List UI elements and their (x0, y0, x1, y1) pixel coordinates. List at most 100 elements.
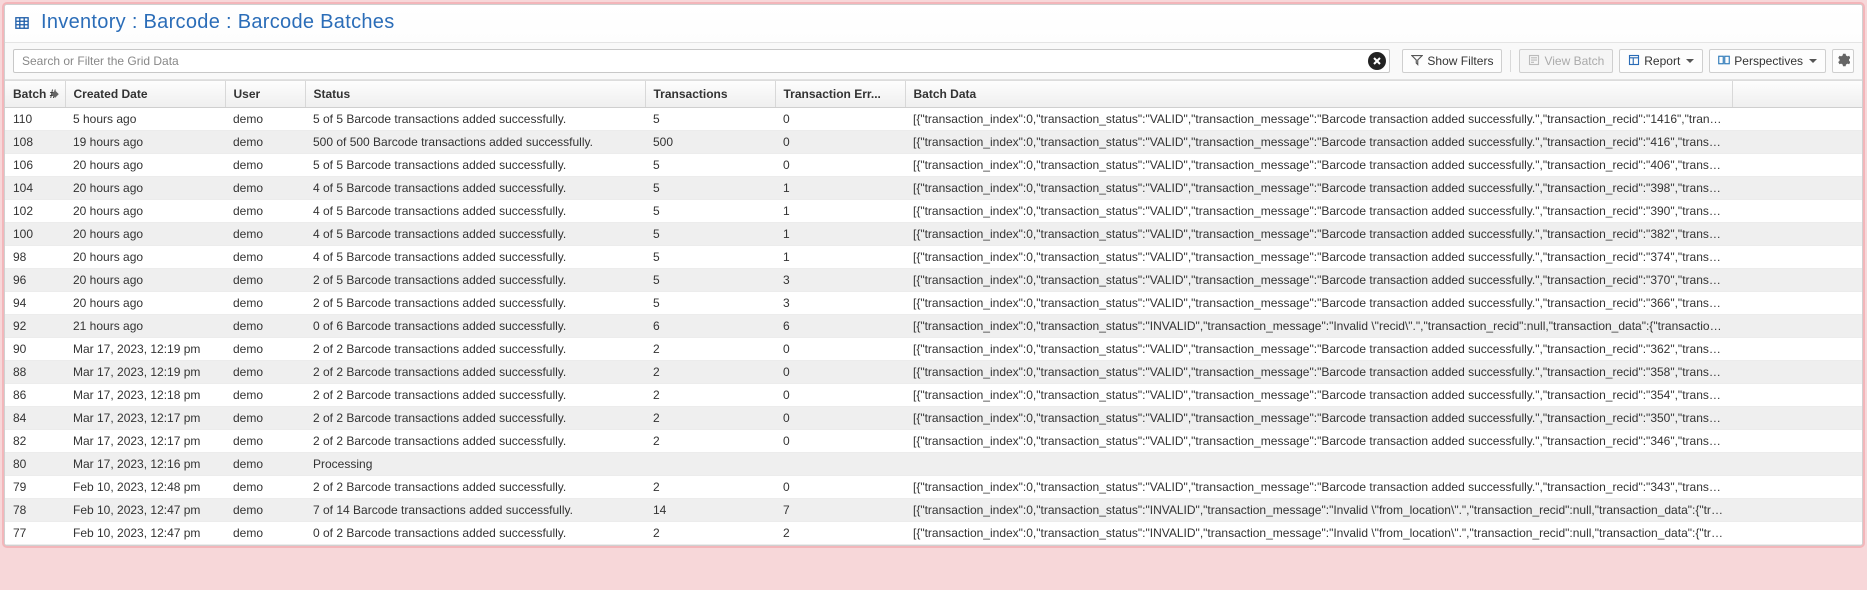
cell-transactions: 5 (645, 108, 775, 131)
cell-spacer (1732, 407, 1862, 430)
cell-transactions: 5 (645, 223, 775, 246)
table-row[interactable]: 79Feb 10, 2023, 12:48 pmdemo2 of 2 Barco… (5, 476, 1862, 499)
cell-status: 2 of 2 Barcode transactions added succes… (305, 338, 645, 361)
cell-spacer (1732, 246, 1862, 269)
cell-status: 7 of 14 Barcode transactions added succe… (305, 499, 645, 522)
table-row[interactable]: 10620 hours agodemo5 of 5 Barcode transa… (5, 154, 1862, 177)
cell-batch_data: [{"transaction_index":0,"transaction_sta… (905, 384, 1732, 407)
cell-status: 2 of 2 Barcode transactions added succes… (305, 361, 645, 384)
report-button[interactable]: Report (1619, 49, 1703, 73)
report-label: Report (1644, 54, 1680, 68)
cell-batch_data: [{"transaction_index":0,"transaction_sta… (905, 154, 1732, 177)
cell-user: demo (225, 407, 305, 430)
cell-user: demo (225, 384, 305, 407)
cell-created: Mar 17, 2023, 12:17 pm (65, 430, 225, 453)
table-row[interactable]: 10220 hours agodemo4 of 5 Barcode transa… (5, 200, 1862, 223)
cell-transactions: 2 (645, 430, 775, 453)
cell-spacer (1732, 522, 1862, 545)
cell-user: demo (225, 338, 305, 361)
col-status[interactable]: Status (305, 81, 645, 108)
cell-user: demo (225, 177, 305, 200)
cell-spacer (1732, 338, 1862, 361)
show-filters-button[interactable]: Show Filters (1402, 49, 1502, 73)
col-batch[interactable]: Batch # ◆ (5, 81, 65, 108)
cell-batch: 86 (5, 384, 65, 407)
table-row[interactable]: 1105 hours agodemo5 of 5 Barcode transac… (5, 108, 1862, 131)
table-row[interactable]: 88Mar 17, 2023, 12:19 pmdemo2 of 2 Barco… (5, 361, 1862, 384)
table-row[interactable]: 9620 hours agodemo2 of 5 Barcode transac… (5, 269, 1862, 292)
table-row[interactable]: 10020 hours agodemo4 of 5 Barcode transa… (5, 223, 1862, 246)
cell-transactions: 500 (645, 131, 775, 154)
cell-batch: 106 (5, 154, 65, 177)
barcode-batches-grid: Batch # ◆ Created Date User Status Trans… (5, 81, 1862, 545)
cell-errors: 1 (775, 223, 905, 246)
cell-status: 0 of 2 Barcode transactions added succes… (305, 522, 645, 545)
cell-spacer (1732, 200, 1862, 223)
search-input[interactable] (13, 49, 1390, 73)
col-batch-data[interactable]: Batch Data (905, 81, 1732, 108)
cell-errors: 1 (775, 200, 905, 223)
cell-created: Feb 10, 2023, 12:47 pm (65, 499, 225, 522)
cell-created: Mar 17, 2023, 12:18 pm (65, 384, 225, 407)
table-row[interactable]: 84Mar 17, 2023, 12:17 pmdemo2 of 2 Barco… (5, 407, 1862, 430)
col-spacer (1732, 81, 1862, 108)
cell-spacer (1732, 476, 1862, 499)
cell-batch_data: [{"transaction_index":0,"transaction_sta… (905, 177, 1732, 200)
cell-user: demo (225, 246, 305, 269)
table-row[interactable]: 82Mar 17, 2023, 12:17 pmdemo2 of 2 Barco… (5, 430, 1862, 453)
cell-batch: 104 (5, 177, 65, 200)
cell-created: Feb 10, 2023, 12:47 pm (65, 522, 225, 545)
perspectives-button[interactable]: Perspectives (1709, 49, 1826, 73)
funnel-icon (1411, 54, 1423, 69)
cell-errors: 6 (775, 315, 905, 338)
cell-status: 4 of 5 Barcode transactions added succes… (305, 200, 645, 223)
col-created[interactable]: Created Date (65, 81, 225, 108)
table-row[interactable]: 9820 hours agodemo4 of 5 Barcode transac… (5, 246, 1862, 269)
col-transactions[interactable]: Transactions (645, 81, 775, 108)
cell-status: 500 of 500 Barcode transactions added su… (305, 131, 645, 154)
cell-batch_data: [{"transaction_index":0,"transaction_sta… (905, 361, 1732, 384)
cell-transactions: 2 (645, 522, 775, 545)
col-errors[interactable]: Transaction Err... (775, 81, 905, 108)
grid-wrap: Batch # ◆ Created Date User Status Trans… (5, 80, 1862, 545)
cell-created: 5 hours ago (65, 108, 225, 131)
view-batch-button[interactable]: View Batch (1519, 49, 1613, 73)
search-wrap (13, 49, 1390, 73)
cell-transactions: 5 (645, 292, 775, 315)
table-row[interactable]: 9420 hours agodemo2 of 5 Barcode transac… (5, 292, 1862, 315)
cell-user: demo (225, 430, 305, 453)
cell-batch: 82 (5, 430, 65, 453)
cell-batch_data: [{"transaction_index":0,"transaction_sta… (905, 430, 1732, 453)
cell-batch: 88 (5, 361, 65, 384)
table-row[interactable]: 78Feb 10, 2023, 12:47 pmdemo7 of 14 Barc… (5, 499, 1862, 522)
cell-user: demo (225, 292, 305, 315)
cell-status: 4 of 5 Barcode transactions added succes… (305, 177, 645, 200)
cell-errors (775, 453, 905, 476)
report-icon (1628, 54, 1640, 69)
cell-created: Mar 17, 2023, 12:16 pm (65, 453, 225, 476)
cell-batch_data: [{"transaction_index":0,"transaction_sta… (905, 269, 1732, 292)
cell-batch: 110 (5, 108, 65, 131)
table-row[interactable]: 80Mar 17, 2023, 12:16 pmdemoProcessing (5, 453, 1862, 476)
col-user[interactable]: User (225, 81, 305, 108)
table-row[interactable]: 90Mar 17, 2023, 12:19 pmdemo2 of 2 Barco… (5, 338, 1862, 361)
table-row[interactable]: 86Mar 17, 2023, 12:18 pmdemo2 of 2 Barco… (5, 384, 1862, 407)
table-row[interactable]: 10420 hours agodemo4 of 5 Barcode transa… (5, 177, 1862, 200)
cell-transactions: 5 (645, 200, 775, 223)
cell-status: 4 of 5 Barcode transactions added succes… (305, 246, 645, 269)
table-row[interactable]: 9221 hours agodemo0 of 6 Barcode transac… (5, 315, 1862, 338)
cell-status: 0 of 6 Barcode transactions added succes… (305, 315, 645, 338)
table-row[interactable]: 10819 hours agodemo500 of 500 Barcode tr… (5, 131, 1862, 154)
cell-status: 2 of 5 Barcode transactions added succes… (305, 292, 645, 315)
cell-batch_data: [{"transaction_index":0,"transaction_sta… (905, 522, 1732, 545)
cell-created: 21 hours ago (65, 315, 225, 338)
cell-user: demo (225, 200, 305, 223)
cell-created: 20 hours ago (65, 292, 225, 315)
table-row[interactable]: 77Feb 10, 2023, 12:47 pmdemo0 of 2 Barco… (5, 522, 1862, 545)
cell-errors: 3 (775, 292, 905, 315)
settings-button[interactable] (1832, 49, 1854, 73)
cell-transactions: 5 (645, 154, 775, 177)
cell-batch_data (905, 453, 1732, 476)
cell-spacer (1732, 430, 1862, 453)
cell-user: demo (225, 476, 305, 499)
